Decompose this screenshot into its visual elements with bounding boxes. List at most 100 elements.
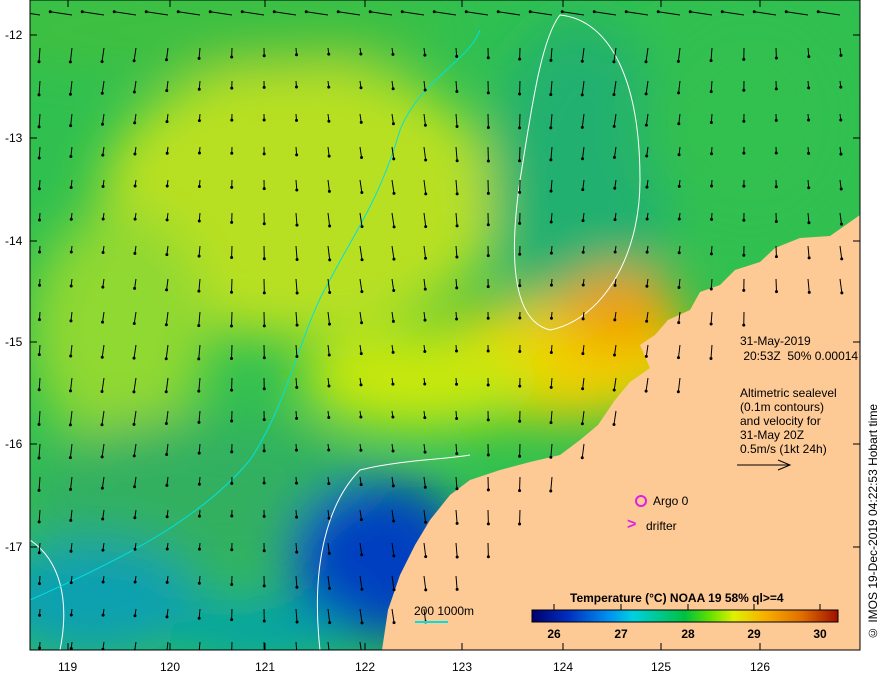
lat-tick-label: -17 bbox=[5, 540, 23, 554]
velocity-arrowhead bbox=[230, 220, 234, 224]
velocity-arrowhead bbox=[688, 10, 692, 14]
velocity-arrowhead bbox=[262, 118, 266, 122]
velocity-arrowhead bbox=[262, 54, 266, 58]
velocity-arrowhead bbox=[742, 218, 746, 222]
velocity-arrowhead bbox=[37, 520, 41, 524]
velocity-arrowhead bbox=[197, 219, 201, 223]
velocity-arrowhead bbox=[165, 650, 168, 653]
velocity-arrowhead bbox=[100, 390, 104, 394]
velocity-arrowhead bbox=[100, 423, 104, 427]
velocity-arrowhead bbox=[677, 251, 681, 255]
velocity-arrowhead bbox=[424, 192, 428, 196]
velocity-arrowhead bbox=[518, 159, 522, 163]
velocity-arrowhead bbox=[455, 452, 459, 456]
velocity-arrowhead bbox=[197, 151, 201, 155]
velocity-arrowhead bbox=[709, 120, 713, 124]
velocity-arrowhead bbox=[38, 283, 42, 287]
velocity-arrowhead bbox=[17, 10, 20, 13]
velocity-arrowhead bbox=[230, 481, 234, 485]
velocity-arrowhead bbox=[262, 619, 266, 623]
velocity-arrowhead bbox=[230, 548, 234, 552]
velocity-arrowhead bbox=[229, 324, 233, 328]
velocity-arrowhead bbox=[784, 10, 788, 14]
lat-tick-label: -15 bbox=[5, 335, 23, 349]
velocity-arrowhead bbox=[37, 318, 41, 322]
velocity-arrowhead bbox=[327, 85, 331, 89]
velocity-arrowhead bbox=[165, 218, 169, 222]
velocity-arrowhead bbox=[37, 582, 41, 586]
velocity-arrowhead bbox=[101, 251, 105, 255]
velocity-arrowhead bbox=[455, 124, 459, 128]
velocity-arrowhead bbox=[112, 10, 116, 14]
lat-tick-label: -14 bbox=[5, 234, 23, 248]
velocity-arrowhead bbox=[400, 10, 404, 14]
velocity-arrowhead bbox=[295, 354, 299, 358]
credit-text: © IMOS 19-Dec-2019 04:22:53 Hobart time bbox=[866, 403, 880, 640]
velocity-arrowhead bbox=[839, 222, 843, 226]
velocity-arrowhead bbox=[581, 352, 585, 356]
velocity-arrow bbox=[775, 278, 778, 292]
velocity-arrowhead bbox=[230, 388, 234, 392]
velocity-arrowhead bbox=[486, 555, 490, 559]
velocity-arrowhead bbox=[37, 187, 41, 191]
velocity-arrowhead bbox=[101, 517, 105, 521]
velocity-arrowhead bbox=[774, 185, 778, 189]
velocity-arrowhead bbox=[262, 387, 266, 391]
velocity-arrowhead bbox=[230, 514, 234, 518]
colorbar-title: Temperature (°C) NOAA 19 58% ql>=4 bbox=[570, 591, 784, 605]
velocity-arrowhead bbox=[391, 484, 395, 488]
velocity-arrowhead bbox=[295, 515, 299, 519]
velocity-arrowhead bbox=[581, 188, 585, 192]
velocity-arrowhead bbox=[580, 456, 584, 460]
argo-legend: Argo 0 bbox=[653, 494, 689, 508]
velocity-arrowhead bbox=[360, 290, 364, 294]
velocity-arrowhead bbox=[391, 87, 395, 91]
velocity-arrowhead bbox=[359, 352, 363, 356]
velocity-arrowhead bbox=[774, 151, 778, 155]
velocity-arrowhead bbox=[327, 189, 331, 193]
velocity-arrowhead bbox=[560, 10, 564, 14]
lon-tick-label: 123 bbox=[452, 660, 473, 674]
velocity-arrowhead bbox=[486, 56, 490, 60]
velocity-arrowhead bbox=[230, 55, 234, 59]
lon-tick-label: 126 bbox=[750, 660, 771, 674]
velocity-arrowhead bbox=[486, 383, 490, 387]
velocity-arrowhead bbox=[294, 481, 298, 485]
velocity-arrowhead bbox=[133, 184, 137, 188]
velocity-arrowhead bbox=[423, 450, 427, 454]
colorbar-tick-label: 27 bbox=[614, 627, 628, 641]
velocity-arrowhead bbox=[645, 217, 649, 221]
velocity-arrowhead bbox=[581, 250, 585, 254]
velocity-arrowhead bbox=[742, 323, 746, 327]
velocity-arrowhead bbox=[709, 152, 713, 156]
velocity-arrowhead bbox=[262, 356, 266, 360]
velocity-arrowhead bbox=[165, 453, 169, 457]
velocity-arrowhead bbox=[230, 357, 234, 361]
colorbar-tick-label: 26 bbox=[547, 627, 561, 641]
velocity-arrowhead bbox=[69, 284, 73, 288]
velocity-arrowhead bbox=[133, 649, 137, 650]
lat-tick-label: -16 bbox=[5, 437, 23, 451]
velocity-arrowhead bbox=[644, 389, 648, 393]
velocity-arrowhead bbox=[424, 256, 428, 260]
velocity-arrowhead bbox=[518, 252, 522, 256]
velocity-arrowhead bbox=[486, 254, 490, 258]
velocity-arrowhead bbox=[197, 87, 201, 91]
velocity-arrowhead bbox=[328, 586, 332, 590]
velocity-arrowhead bbox=[360, 587, 364, 591]
velocity-arrowhead bbox=[197, 254, 201, 258]
velocity-arrowhead bbox=[295, 223, 299, 227]
velocity-arrowhead bbox=[294, 85, 298, 89]
velocity-arrowhead bbox=[486, 488, 490, 492]
velocity-arrowhead bbox=[262, 152, 266, 156]
velocity-arrowhead bbox=[263, 654, 266, 657]
velocity-arrowhead bbox=[677, 321, 681, 325]
velocity-arrowhead bbox=[455, 317, 459, 321]
velocity-arrowhead bbox=[133, 516, 137, 520]
velocity-arrowhead bbox=[328, 291, 332, 295]
velocity-arrowhead bbox=[69, 155, 73, 159]
velocity-arrowhead bbox=[328, 654, 331, 657]
velocity-arrowhead bbox=[133, 217, 137, 221]
velocity-arrowhead bbox=[68, 92, 72, 96]
velocity-arrowhead bbox=[262, 257, 266, 261]
